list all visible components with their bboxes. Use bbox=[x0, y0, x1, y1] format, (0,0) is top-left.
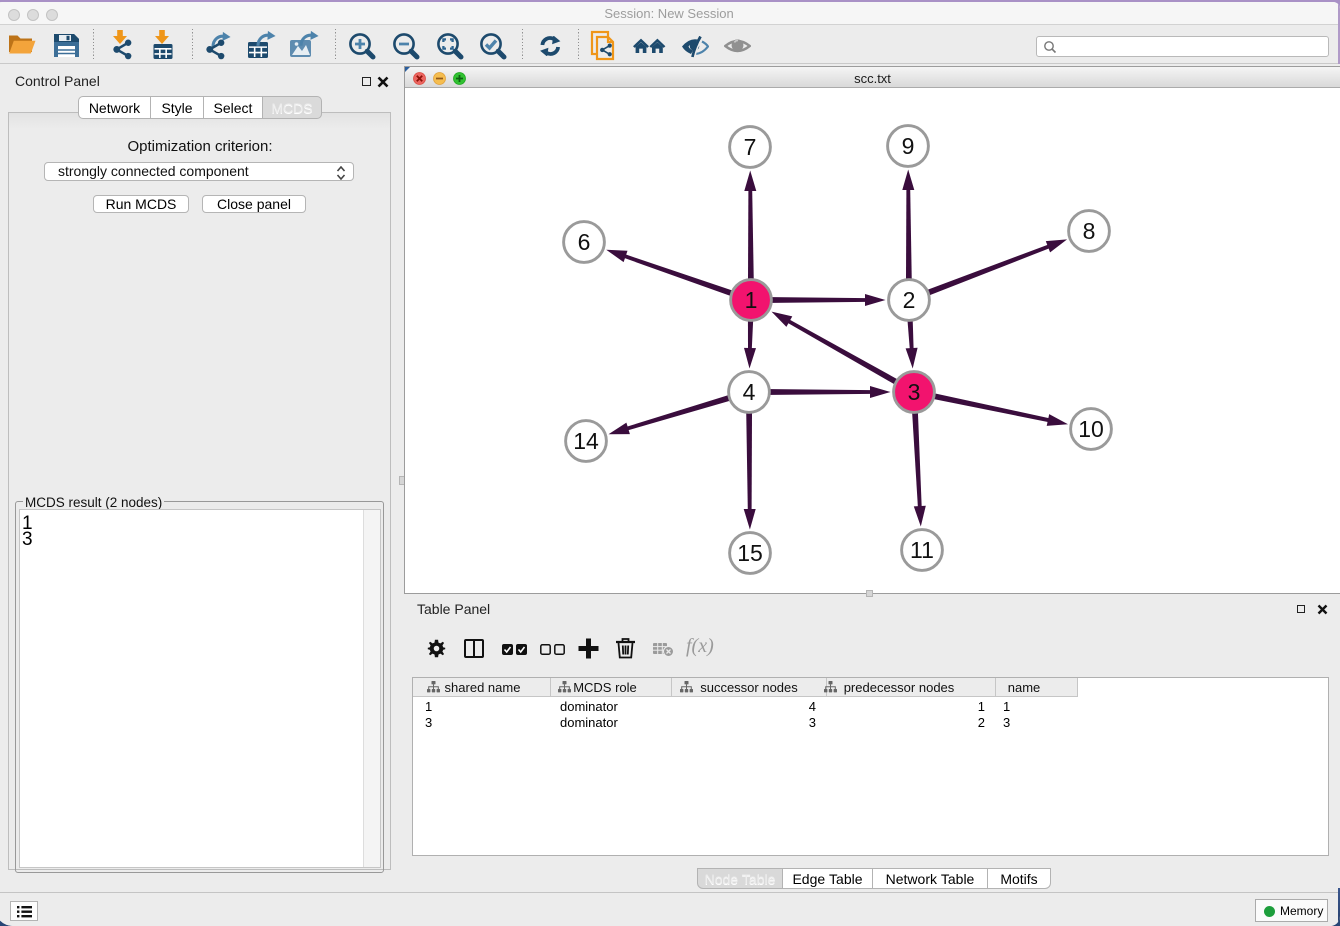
svg-text:3: 3 bbox=[908, 379, 921, 405]
svg-text:15: 15 bbox=[737, 540, 763, 566]
svg-text:9: 9 bbox=[902, 133, 915, 159]
svg-text:11: 11 bbox=[910, 537, 934, 563]
svg-text:1: 1 bbox=[745, 287, 758, 313]
svg-text:7: 7 bbox=[744, 134, 757, 160]
svg-text:14: 14 bbox=[573, 428, 599, 454]
svg-text:6: 6 bbox=[578, 229, 591, 255]
svg-text:4: 4 bbox=[743, 379, 756, 405]
svg-text:10: 10 bbox=[1078, 416, 1104, 442]
svg-text:2: 2 bbox=[903, 287, 916, 313]
svg-text:8: 8 bbox=[1083, 218, 1096, 244]
